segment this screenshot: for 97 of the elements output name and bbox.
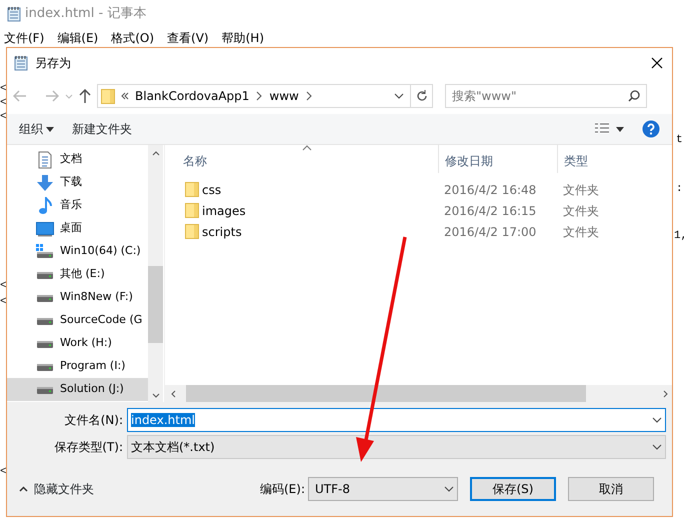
file-type: 文件夹 (563, 224, 599, 238)
caret-icon (65, 94, 73, 98)
caret-icon (616, 126, 624, 132)
nav-item[interactable]: Solution (J:) (7, 378, 148, 401)
drive-icon (36, 270, 54, 280)
dropdown-caret-icon (444, 486, 454, 492)
folder-icon (185, 203, 199, 218)
folder-icon (185, 224, 199, 239)
music-note-icon (38, 196, 52, 214)
code-text: : (676, 183, 683, 195)
new-folder-button[interactable]: 新建文件夹 (72, 120, 132, 138)
breadcrumb-item[interactable]: www (269, 87, 299, 105)
vertical-scrollbar[interactable] (148, 145, 163, 402)
field-label: 文件名(N): (64, 412, 124, 429)
close-icon[interactable] (651, 57, 663, 69)
dropdown-caret-icon (652, 444, 662, 450)
code-text: < (0, 111, 7, 123)
search-field[interactable]: 搜索"www" (445, 84, 647, 108)
code-text: t (676, 134, 683, 146)
drive-icon (36, 244, 54, 260)
menu-item[interactable]: 帮助(H) (222, 29, 264, 47)
modified-date: 2016/4/2 16:48 (444, 182, 536, 196)
code-text: < (0, 280, 7, 292)
code-text: 1, (674, 230, 684, 242)
column-header[interactable]: 类型 (557, 145, 672, 173)
view-list-icon (594, 123, 610, 135)
encoding-label: 编码(E): (260, 481, 305, 498)
file-type: 文件夹 (563, 182, 599, 196)
caret-icon (46, 126, 54, 132)
nav-item[interactable]: 其他 (E:) (7, 263, 148, 286)
column-header[interactable]: 名称 (165, 145, 438, 173)
file-name[interactable]: images (202, 202, 246, 220)
scroll-down-icon (152, 393, 160, 398)
dialog-title: 另存为 (35, 55, 72, 72)
folder-icon (101, 88, 115, 104)
file-type: 文件夹 (563, 204, 599, 218)
chevron-up-icon (19, 486, 28, 492)
window-title: index.html - 记事本 (25, 5, 146, 24)
back-arrow-icon (13, 90, 27, 102)
nav-item[interactable]: Work (H:) (7, 332, 148, 355)
code-text: < (0, 466, 7, 478)
field-label: 保存类型(T): (53, 439, 124, 456)
nav-item[interactable]: 桌面 (7, 217, 148, 240)
drive-icon (36, 338, 54, 348)
notepad-icon (13, 55, 29, 71)
nav-item[interactable]: Win10(64) (C:) (7, 240, 148, 263)
cancel-button[interactable]: 取消 (568, 477, 654, 501)
up-arrow-icon (79, 89, 91, 103)
organize-button[interactable]: 组织 (19, 120, 54, 138)
horizontal-scrollbar[interactable] (165, 385, 672, 402)
encoding-dropdown[interactable]: UTF-8 (308, 477, 458, 501)
modified-date: 2016/4/2 16:15 (444, 204, 536, 218)
desktop-icon (36, 220, 54, 236)
folder-icon (185, 182, 199, 197)
scroll-left-icon (171, 390, 176, 398)
hide-folders-button[interactable]: 隐藏文件夹 (19, 480, 94, 498)
nav-item[interactable]: 下载 (7, 171, 148, 194)
download-icon (36, 174, 54, 192)
sort-caret-icon (302, 145, 312, 151)
address-bar[interactable]: BlankCordovaApp1 www (97, 84, 433, 108)
file-type-dropdown[interactable]: 文本文档(*.txt) (127, 435, 666, 459)
save-button[interactable]: 保存(S) (470, 477, 556, 501)
code-text: < (0, 296, 7, 308)
menu-item[interactable]: 查看(V) (167, 29, 209, 47)
nav-item[interactable]: 音乐 (7, 194, 148, 217)
search-icon (628, 90, 640, 102)
help-icon[interactable] (642, 120, 660, 138)
drive-icon (36, 362, 54, 372)
dropdown-caret-icon (394, 93, 404, 99)
breadcrumb-item[interactable]: BlankCordovaApp1 (135, 87, 250, 105)
file-name[interactable]: css (202, 180, 222, 198)
drive-icon (36, 292, 54, 302)
nav-item[interactable]: SourceCode (G (7, 309, 148, 332)
column-header[interactable]: 修改日期 (438, 145, 557, 173)
nav-item[interactable]: Program (I:) (7, 355, 148, 378)
forward-arrow-icon (45, 90, 59, 102)
drive-icon (36, 384, 54, 394)
nav-item[interactable]: 文档 (7, 148, 148, 171)
chevron-icon (255, 91, 264, 101)
menu-item[interactable]: 文件(F) (4, 29, 44, 47)
code-text: < (0, 97, 7, 109)
menu-item[interactable]: 格式(O) (111, 29, 154, 47)
scroll-up-icon (152, 151, 160, 156)
dropdown-caret-icon (652, 417, 662, 423)
notepad-icon (6, 6, 22, 22)
modified-date: 2016/4/2 17:00 (444, 224, 536, 238)
drive-icon (36, 316, 54, 326)
menu-item[interactable]: 编辑(E) (57, 29, 98, 47)
double-chevron-icon (121, 92, 129, 100)
document-icon (37, 150, 53, 168)
refresh-icon (416, 90, 428, 102)
file-name-field[interactable]: index.html (127, 408, 666, 432)
nav-item[interactable]: Win8New (F:) (7, 286, 148, 309)
code-text: < (0, 83, 7, 95)
chevron-icon (304, 91, 313, 101)
file-name[interactable]: scripts (202, 222, 242, 240)
scroll-right-icon (663, 390, 668, 398)
